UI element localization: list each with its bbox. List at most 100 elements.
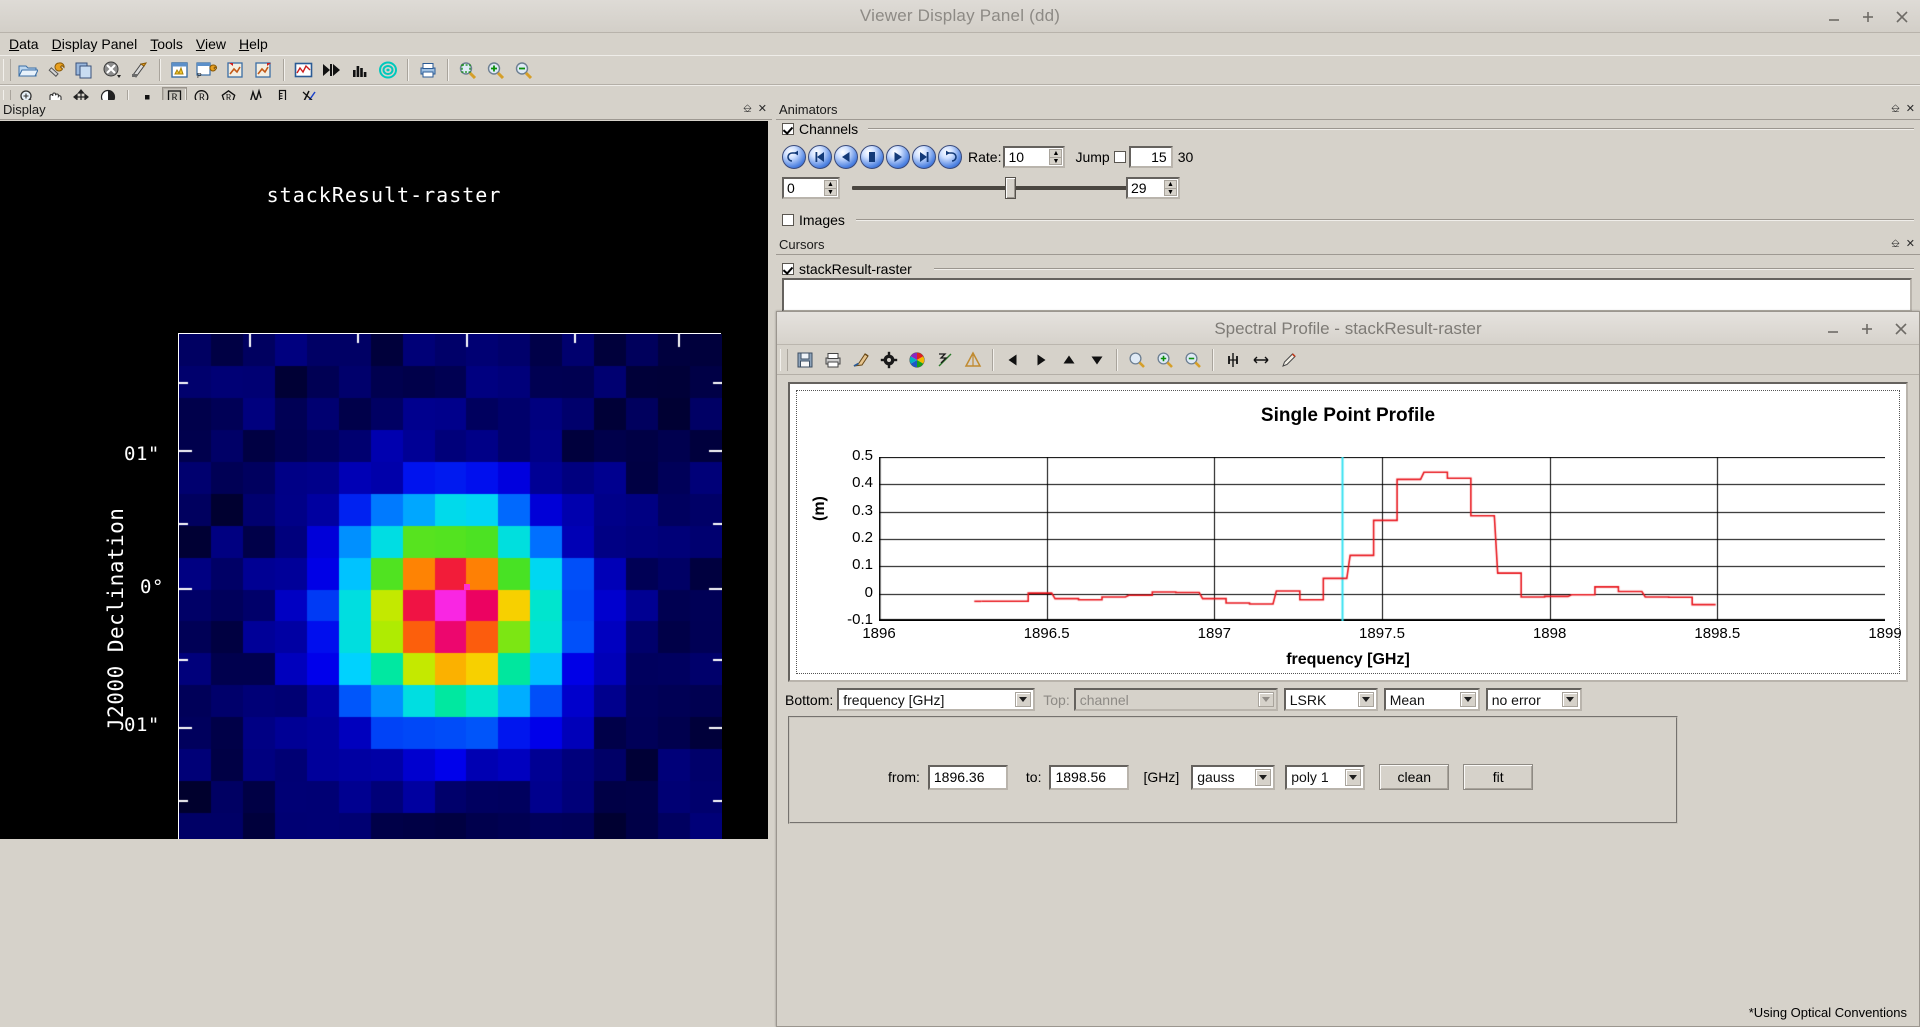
rate-field[interactable]: 10 ▲ ▼ [1003,146,1066,168]
spectral-plot-frame[interactable]: Single Point Profile (m) frequency [GHz]… [788,382,1908,682]
adjust-wrench-icon[interactable] [43,57,69,83]
panel-options-icon[interactable]: P [195,57,221,83]
undock-icon[interactable]: ⎒ [743,104,752,115]
undock-icon[interactable]: ⎒ [1891,239,1900,250]
chevron-down-icon[interactable] [1255,768,1272,786]
collapse-icon[interactable] [1220,347,1246,373]
menu-tools[interactable]: Tools [144,34,190,54]
rate-stepper[interactable]: ▲ ▼ [1049,149,1063,165]
chevron-down-icon[interactable] [1015,692,1032,707]
error-select[interactable]: no error [1485,688,1582,711]
frame-index-stepper[interactable]: ▲ ▼ [824,180,837,196]
settings-gear-icon[interactable] [876,347,902,373]
minimize-icon[interactable] [1825,321,1841,337]
raster-image[interactable] [178,333,722,839]
menu-help[interactable]: Help [233,34,275,54]
fit-profile-select[interactable]: gauss [1191,764,1276,790]
close-icon[interactable]: ✕ [758,104,767,115]
animate-icon[interactable] [319,57,345,83]
fit-poly-select[interactable]: poly 1 [1285,764,1366,790]
zoom-neutral-icon[interactable] [1124,347,1150,373]
copy-panels-icon[interactable] [71,57,97,83]
clear-plot-icon[interactable] [848,347,874,373]
statistic-select[interactable]: Mean [1383,688,1480,711]
close-icon[interactable] [1893,321,1909,337]
spectrum-canvas[interactable] [879,457,1885,621]
toolbar-grip[interactable] [3,59,11,81]
registration-icon[interactable] [127,57,153,83]
close-icon[interactable] [1894,9,1910,25]
jump-field[interactable]: 15 [1128,146,1173,168]
images-checkbox[interactable] [782,214,794,226]
cursor-group-label[interactable]: stackResult-raster [782,261,912,277]
spectral-plot-area[interactable]: Single Point Profile (m) frequency [GHz]… [796,390,1902,674]
up-icon[interactable] [1056,347,1082,373]
menu-data[interactable]: Data [3,34,46,54]
range-icon[interactable] [1248,347,1274,373]
rewind-to-start-icon[interactable] [782,145,806,169]
zoom-region-icon[interactable] [455,57,481,83]
chevron-down-icon[interactable] [1561,692,1578,707]
raster-canvas[interactable] [179,334,722,839]
open-image-icon[interactable] [15,57,41,83]
channel-slider-track[interactable] [852,186,1137,190]
toolbar-grip[interactable] [780,348,788,371]
edit-icon[interactable] [1276,347,1302,373]
print-icon[interactable] [415,57,441,83]
channels-checkbox[interactable] [782,123,794,135]
forward-to-end-icon[interactable] [938,145,962,169]
close-icon[interactable]: ✕ [1906,239,1915,250]
frame-max-field[interactable]: 29 ▲ ▼ [1126,177,1180,199]
undock-icon[interactable]: ⎒ [1891,104,1900,115]
fit-button[interactable]: fit [1463,764,1534,790]
save-icon[interactable] [792,347,818,373]
delete-data-icon[interactable] [99,57,125,83]
minimize-icon[interactable] [1826,9,1842,25]
cursor-group-checkbox[interactable] [782,263,794,275]
clean-button[interactable]: clean [1379,764,1450,790]
close-icon[interactable]: ✕ [1906,104,1915,115]
profile-plot-icon[interactable] [291,57,317,83]
step-back-fast-icon[interactable] [808,145,832,169]
zoom-out-icon[interactable] [511,57,537,83]
legend-icon[interactable] [960,347,986,373]
bottom-axis-select[interactable]: frequency [GHz] [837,688,1036,711]
chevron-down-icon[interactable] [1345,768,1362,786]
frame-select[interactable]: LSRK [1283,688,1378,711]
frame-index-field[interactable]: 0 ▲ ▼ [782,177,840,199]
histogram-icon[interactable] [347,57,373,83]
zoom-in-icon[interactable] [483,57,509,83]
stop-icon[interactable] [860,145,884,169]
play-forward-icon[interactable] [886,145,910,169]
next-icon[interactable] [1028,347,1054,373]
maximize-icon[interactable] [1859,321,1875,337]
maximize-icon[interactable] [1860,9,1876,25]
save-restore-icon[interactable] [223,57,249,83]
prev-icon[interactable] [1000,347,1026,373]
images-group-label[interactable]: Images [782,212,845,228]
chevron-down-icon[interactable] [1459,692,1476,707]
zoom-in-icon[interactable] [1152,347,1178,373]
new-panel-icon[interactable] [167,57,193,83]
toolbar-separator [1212,348,1214,371]
step-back-icon[interactable] [834,145,858,169]
channels-group-label[interactable]: Channels [782,121,858,137]
colormap-icon[interactable] [375,57,401,83]
channel-slider-handle[interactable] [1005,177,1017,199]
frame-max-stepper[interactable]: ▲ ▼ [1164,180,1177,196]
zoom-out-icon[interactable] [1180,347,1206,373]
menu-view[interactable]: View [190,34,233,54]
colors-icon[interactable] [904,347,930,373]
restore-state-icon[interactable] [251,57,277,83]
jump-checkbox[interactable] [1113,151,1126,163]
step-forward-fast-icon[interactable] [912,145,936,169]
chevron-down-icon[interactable] [1357,692,1374,707]
to-field[interactable]: 1898.56 [1049,764,1130,790]
plot-x-tick-label: 1897 [1197,625,1232,642]
print-icon[interactable] [820,347,846,373]
down-icon[interactable] [1084,347,1110,373]
from-field[interactable]: 1896.36 [927,764,1008,790]
annotate-icon[interactable] [932,347,958,373]
menu-display-panel[interactable]: Display Panel [46,34,145,54]
image-display-canvas[interactable]: stackResult-raster −2.19612e+06 km/s 01"… [0,121,768,839]
